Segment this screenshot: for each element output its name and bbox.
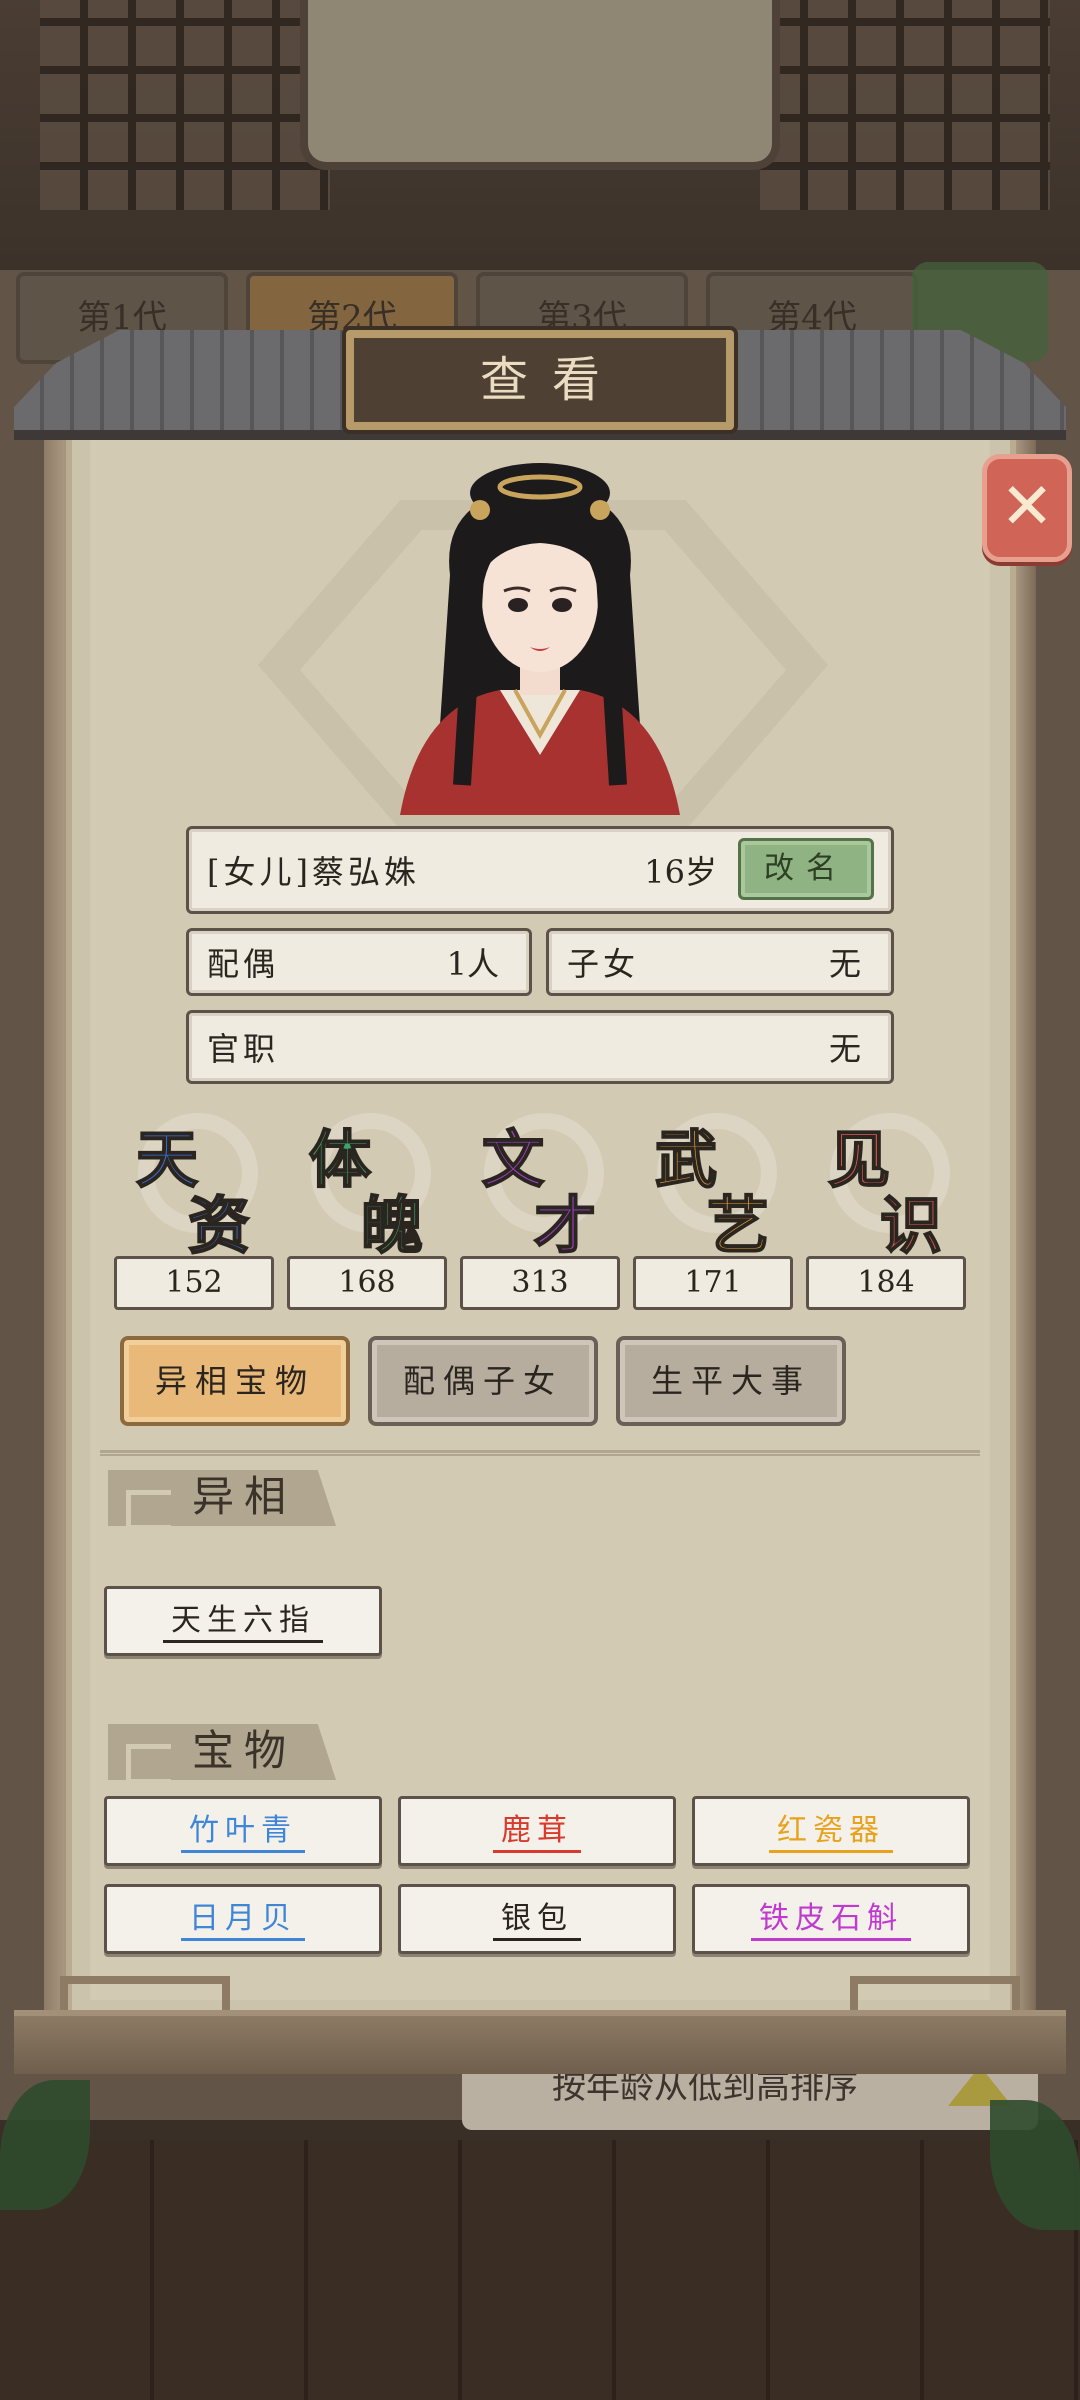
stat-physique-value: 168 <box>287 1256 447 1310</box>
character-portrait <box>400 463 680 815</box>
stat-physique-char-2: 魄 <box>360 1188 424 1263</box>
treasure-item-label: 铁皮石斛 <box>751 1901 911 1941</box>
stat-talent-value: 152 <box>114 1256 274 1310</box>
stat-literary-char-2: 才 <box>533 1188 597 1263</box>
treasure-item-label: 银包 <box>493 1901 581 1941</box>
trait-item-label: 天生六指 <box>163 1603 323 1643</box>
treasure-item-label: 红瓷器 <box>769 1813 893 1853</box>
treasure-item-label: 鹿茸 <box>493 1813 581 1853</box>
stat-martial-char-2: 艺 <box>706 1188 770 1263</box>
children-value: 无 <box>828 945 861 983</box>
character-age: 16岁 <box>644 853 717 891</box>
section-divider <box>100 1450 980 1456</box>
stat-talent: 天 资 <box>114 1105 274 1263</box>
rename-button[interactable]: 改名 <box>738 838 874 900</box>
children-label: 子女 <box>567 945 640 983</box>
spouse-row: 配偶 1人 <box>186 928 532 996</box>
background-floor <box>0 2140 1080 2400</box>
lattice-window-left <box>40 0 330 210</box>
close-button[interactable]: ✕ <box>982 454 1072 562</box>
stat-literary: 文 才 <box>460 1105 620 1263</box>
children-row: 子女 无 <box>546 928 894 996</box>
stat-knowledge: 见 识 <box>806 1105 966 1263</box>
tab-life-events[interactable]: 生平大事 <box>616 1336 846 1426</box>
stat-talent-char-2: 资 <box>187 1188 251 1263</box>
lattice-window-right <box>760 0 1050 210</box>
trait-item[interactable]: 天生六指 <box>104 1586 382 1656</box>
treasure-item[interactable]: 日月贝 <box>104 1884 382 1954</box>
stat-knowledge-value: 184 <box>806 1256 966 1310</box>
stat-martial-value: 171 <box>633 1256 793 1310</box>
official-label: 官职 <box>207 1030 280 1068</box>
stat-martial: 武 艺 <box>633 1105 793 1263</box>
tab-spouse-children[interactable]: 配偶子女 <box>368 1336 598 1426</box>
treasure-item-label: 日月贝 <box>181 1901 305 1941</box>
character-name: [女儿]蔡弘姝 <box>207 853 420 891</box>
close-icon: ✕ <box>1000 470 1054 544</box>
stat-knowledge-char-2: 识 <box>879 1188 943 1263</box>
spouse-value: 1人 <box>446 945 499 983</box>
dialog-base <box>14 2010 1066 2074</box>
official-value: 无 <box>828 1030 861 1068</box>
spouse-label: 配偶 <box>207 945 280 983</box>
orchid-painting <box>300 0 780 170</box>
stat-physique: 体 魄 <box>287 1105 447 1263</box>
treasure-item-label: 竹叶青 <box>181 1813 305 1853</box>
traits-heading: 异相 <box>108 1470 336 1526</box>
tab-traits-treasures[interactable]: 异相宝物 <box>120 1336 350 1426</box>
treasure-item[interactable]: 竹叶青 <box>104 1796 382 1866</box>
official-row: 官职 无 <box>186 1010 894 1084</box>
stat-literary-value: 313 <box>460 1256 620 1310</box>
treasure-item[interactable]: 红瓷器 <box>692 1796 970 1866</box>
treasure-item[interactable]: 鹿茸 <box>398 1796 676 1866</box>
treasure-item[interactable]: 铁皮石斛 <box>692 1884 970 1954</box>
treasure-item[interactable]: 银包 <box>398 1884 676 1954</box>
dialog-title: 查看 <box>346 330 734 430</box>
treasures-heading: 宝物 <box>108 1724 336 1780</box>
